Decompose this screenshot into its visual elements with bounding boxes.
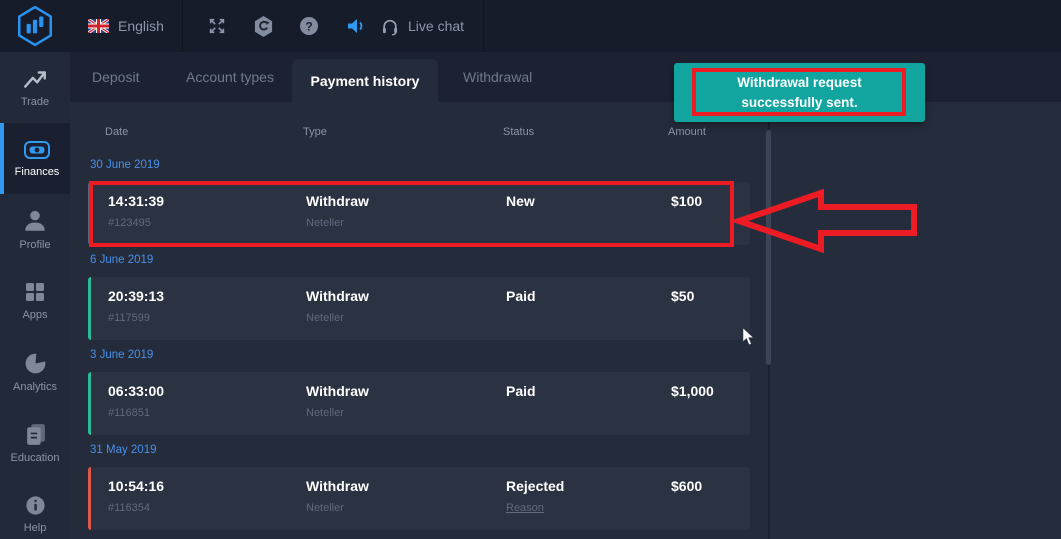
pie-chart-icon xyxy=(23,351,48,376)
sidebar-item-label: Help xyxy=(24,522,47,534)
payment-row: 20:39:13 #117599 Withdraw Neteller Paid … xyxy=(88,277,750,340)
help-badge-button[interactable]: ? xyxy=(291,0,327,52)
speaker-icon xyxy=(346,16,366,36)
date-group-label: 6 June 2019 xyxy=(90,254,153,266)
language-selector[interactable]: English xyxy=(88,0,164,52)
payment-row: 06:33:00 #116851 Withdraw Neteller Paid … xyxy=(88,372,750,435)
annotation-arrow-left-icon xyxy=(733,186,923,258)
topbar-divider xyxy=(182,0,183,52)
row-status: Paid xyxy=(506,383,536,399)
sidebar-item-profile[interactable]: Profile xyxy=(0,194,70,265)
row-method: Neteller xyxy=(306,312,344,324)
tab-deposit[interactable]: Deposit xyxy=(92,52,139,102)
row-type: Withdraw xyxy=(306,383,369,399)
headset-icon xyxy=(380,16,400,37)
sidebar-item-finances[interactable]: Finances xyxy=(0,123,70,194)
top-bar: English ? xyxy=(0,0,1061,52)
row-amount: $1,000 xyxy=(671,383,714,399)
annotation-box-row xyxy=(89,181,734,247)
column-header-type: Type xyxy=(303,126,327,138)
sidebar-item-label: Apps xyxy=(22,309,47,321)
rejection-reason-link[interactable]: Reason xyxy=(506,502,544,514)
person-icon xyxy=(22,208,48,234)
row-id: #116851 xyxy=(108,407,150,419)
row-method: Neteller xyxy=(306,407,344,419)
wallet-icon xyxy=(23,139,51,161)
topbar-divider xyxy=(483,0,484,52)
sidebar-item-trade[interactable]: Trade xyxy=(0,52,70,123)
row-time: 20:39:13 xyxy=(108,288,164,304)
documents-icon xyxy=(23,422,48,447)
row-amount: $50 xyxy=(671,288,694,304)
question-mark-icon: ? xyxy=(299,16,319,36)
language-label: English xyxy=(118,18,164,34)
trend-up-icon xyxy=(22,67,48,91)
sidebar-item-label: Trade xyxy=(21,96,49,108)
row-type: Withdraw xyxy=(306,288,369,304)
column-header-status: Status xyxy=(503,126,534,138)
sidebar-item-analytics[interactable]: Analytics xyxy=(0,336,70,407)
row-status: Paid xyxy=(506,288,536,304)
sidebar-item-apps[interactable]: Apps xyxy=(0,265,70,336)
column-header-amount: Amount xyxy=(668,126,706,138)
date-group-label: 31 May 2019 xyxy=(90,444,157,456)
info-icon xyxy=(24,494,47,517)
right-content-panel xyxy=(768,102,1061,539)
row-time: 06:33:00 xyxy=(108,383,164,399)
payment-row: 10:54:16 #116354 Withdraw Neteller Rejec… xyxy=(88,467,750,530)
annotation-box-toast xyxy=(692,68,906,116)
platform-badge-button[interactable] xyxy=(245,0,281,52)
uk-flag-icon xyxy=(88,19,109,33)
row-time: 10:54:16 xyxy=(108,478,164,494)
mouse-cursor-icon xyxy=(741,326,756,347)
date-group-label: 3 June 2019 xyxy=(90,349,153,361)
row-status: Rejected xyxy=(506,478,564,494)
payment-history-panel: Date Type Status Amount 30 June 2019 14:… xyxy=(70,102,1061,539)
sidebar-item-label: Profile xyxy=(19,239,50,251)
fullscreen-icon xyxy=(207,16,227,36)
tab-account-types[interactable]: Account types xyxy=(186,52,274,102)
sidebar-item-label: Finances xyxy=(15,166,60,178)
sound-button[interactable] xyxy=(338,0,374,52)
tab-payment-history[interactable]: Payment history xyxy=(292,59,438,102)
date-group-label: 30 June 2019 xyxy=(90,159,160,171)
row-type: Withdraw xyxy=(306,478,369,494)
column-header-date: Date xyxy=(105,126,128,138)
hexagon-refresh-icon xyxy=(253,15,274,38)
row-id: #117599 xyxy=(108,312,150,324)
sidebar-item-label: Education xyxy=(11,452,60,464)
row-amount: $600 xyxy=(671,478,702,494)
brand-logo[interactable] xyxy=(0,0,70,52)
live-chat-label: Live chat xyxy=(408,18,464,34)
sidebar-item-label: Analytics xyxy=(13,381,57,393)
row-method: Neteller xyxy=(306,502,344,514)
tab-withdrawal[interactable]: Withdrawal xyxy=(463,52,532,102)
sidebar-nav: Trade Finances Profile App xyxy=(0,52,70,539)
live-chat-button[interactable]: Live chat xyxy=(380,0,464,52)
pocket-option-logo-icon xyxy=(16,5,54,47)
apps-grid-icon xyxy=(23,280,47,304)
app-window: English ? xyxy=(0,0,1061,539)
row-id: #116354 xyxy=(108,502,150,514)
svg-text:?: ? xyxy=(305,19,312,33)
sidebar-item-help[interactable]: Help xyxy=(0,478,70,539)
fullscreen-button[interactable] xyxy=(199,0,235,52)
sidebar-item-education[interactable]: Education xyxy=(0,407,70,478)
